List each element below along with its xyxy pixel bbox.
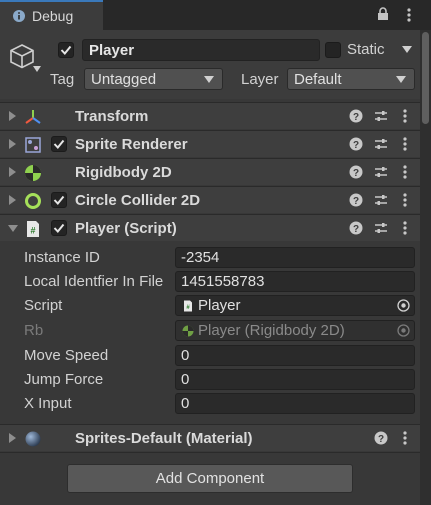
svg-text:?: ?	[353, 196, 359, 207]
component-enabled-checkbox[interactable]	[51, 136, 67, 152]
active-checkbox[interactable]	[58, 42, 74, 58]
sprite-renderer-icon	[25, 137, 41, 153]
component-title: Player (Script)	[75, 220, 177, 237]
instance-id-field[interactable]: -2354	[175, 247, 415, 268]
tab-debug-label: Debug	[32, 8, 74, 24]
presets-icon[interactable]	[374, 165, 388, 179]
x-input-field[interactable]: 0	[175, 393, 415, 414]
checkmark-icon	[60, 45, 72, 56]
tag-dropdown[interactable]: Untagged	[84, 68, 223, 90]
object-picker-icon[interactable]	[397, 299, 410, 312]
static-label: Static	[347, 41, 385, 58]
property-label: Jump Force	[24, 371, 104, 388]
svg-text:#: #	[30, 226, 35, 236]
chevron-down-icon	[396, 76, 406, 83]
component-title: Circle Collider 2D	[75, 192, 201, 209]
component-title: Transform	[75, 108, 149, 125]
scrollbar-thumb[interactable]	[422, 32, 429, 124]
checkmark-icon	[53, 223, 65, 234]
component-menu-icon[interactable]	[402, 220, 408, 236]
help-icon[interactable]: ?	[349, 165, 363, 179]
icon-dropdown-arrow-icon[interactable]	[33, 66, 41, 72]
help-icon[interactable]: ?	[349, 193, 363, 207]
rb-object-value: Player (Rigidbody 2D)	[198, 322, 345, 339]
move-speed-field[interactable]: 0	[175, 345, 415, 366]
rb-object-field: Player (Rigidbody 2D)	[175, 320, 415, 341]
layer-dropdown[interactable]: Default	[287, 68, 415, 90]
help-icon[interactable]: ?	[349, 221, 363, 235]
tab-debug[interactable]: Debug	[0, 0, 103, 30]
object-name-input[interactable]: Player	[82, 39, 320, 61]
add-component-button[interactable]: Add Component	[67, 464, 353, 493]
checkmark-icon	[53, 195, 65, 206]
presets-icon[interactable]	[374, 109, 388, 123]
svg-text:?: ?	[378, 434, 384, 445]
foldout-arrow-icon[interactable]	[9, 195, 16, 205]
component-title: Rigidbody 2D	[75, 164, 172, 181]
script-object-field[interactable]: # Player	[175, 295, 415, 316]
component-menu-icon[interactable]	[402, 192, 408, 208]
presets-icon[interactable]	[374, 193, 388, 207]
checkmark-icon	[53, 139, 65, 150]
foldout-expanded-arrow-icon[interactable]	[8, 225, 18, 232]
tag-label: Tag	[50, 71, 75, 88]
property-label: Local Identfier In File	[24, 273, 164, 290]
static-checkbox[interactable]	[325, 42, 341, 58]
component-title: Sprites-Default (Material)	[75, 430, 253, 447]
inspector-info-icon	[13, 10, 25, 22]
component-menu-icon[interactable]	[402, 164, 408, 180]
jump-force-field[interactable]: 0	[175, 369, 415, 390]
circle-collider-icon	[25, 193, 41, 209]
foldout-arrow-icon[interactable]	[9, 111, 16, 121]
component-menu-icon[interactable]	[402, 430, 408, 446]
svg-text:?: ?	[353, 112, 359, 123]
rigidbody2d-icon	[182, 325, 194, 336]
lock-icon[interactable]	[377, 7, 389, 21]
component-sprite-renderer[interactable]: Sprite Renderer ?	[0, 130, 420, 157]
component-menu-icon[interactable]	[402, 136, 408, 152]
component-enabled-checkbox[interactable]	[51, 192, 67, 208]
rigidbody2d-icon	[25, 165, 41, 181]
divider	[0, 452, 420, 453]
component-menu-icon[interactable]	[402, 108, 408, 124]
layer-value: Default	[294, 71, 342, 88]
component-title: Sprite Renderer	[75, 136, 188, 153]
gameobject-cube-icon[interactable]	[8, 42, 36, 70]
object-picker-icon	[397, 324, 410, 337]
script-icon: #	[27, 221, 39, 237]
tab-bar: Debug	[0, 0, 431, 30]
script-object-value: Player	[198, 297, 241, 314]
svg-text:?: ?	[353, 224, 359, 235]
kebab-menu-icon[interactable]	[406, 7, 412, 23]
layer-label: Layer	[241, 71, 279, 88]
foldout-arrow-icon[interactable]	[9, 433, 16, 443]
transform-icon	[25, 110, 41, 124]
component-enabled-checkbox[interactable]	[51, 220, 67, 236]
local-identifier-field[interactable]: 1451558783	[175, 271, 415, 292]
component-transform[interactable]: Transform ?	[0, 102, 420, 129]
script-icon: #	[184, 300, 192, 311]
property-label: Script	[24, 297, 63, 314]
tag-value: Untagged	[91, 71, 157, 88]
property-label: Instance ID	[24, 249, 100, 266]
svg-text:?: ?	[353, 168, 359, 179]
static-dropdown-arrow-icon[interactable]	[402, 46, 412, 53]
help-icon[interactable]: ?	[349, 109, 363, 123]
property-label: Rb	[24, 322, 44, 339]
presets-icon[interactable]	[374, 137, 388, 151]
component-material[interactable]: Sprites-Default (Material) ?	[0, 424, 420, 451]
foldout-arrow-icon[interactable]	[9, 139, 16, 149]
help-icon[interactable]: ?	[374, 431, 388, 445]
svg-text:?: ?	[353, 140, 359, 151]
help-icon[interactable]: ?	[349, 137, 363, 151]
property-label: X Input	[24, 395, 72, 412]
component-circle-collider-2d[interactable]: Circle Collider 2D ?	[0, 186, 420, 213]
component-player-script[interactable]: # Player (Script) ?	[0, 214, 420, 241]
foldout-arrow-icon[interactable]	[9, 167, 16, 177]
property-label: Move Speed	[24, 347, 109, 364]
chevron-down-icon	[204, 76, 214, 83]
presets-icon[interactable]	[374, 221, 388, 235]
material-icon	[25, 431, 41, 447]
component-rigidbody-2d[interactable]: Rigidbody 2D ?	[0, 158, 420, 185]
